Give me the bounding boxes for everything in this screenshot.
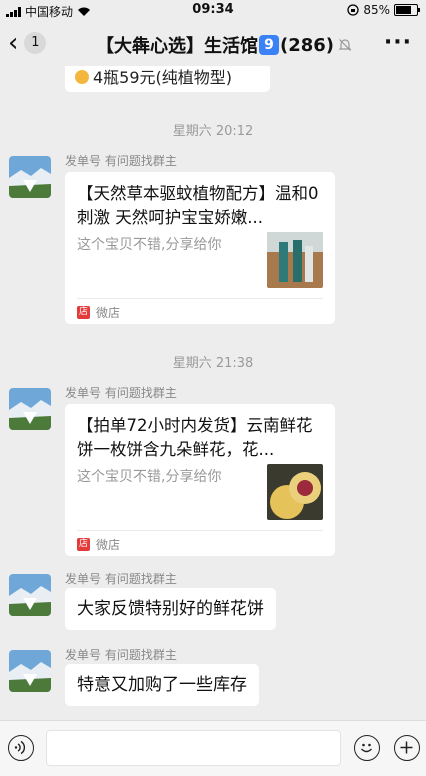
sender-name: 发单号 有问题找群主 xyxy=(65,154,177,168)
product-thumbnail xyxy=(267,232,323,288)
store-label: 微店 xyxy=(96,538,121,552)
chat-scroll-area[interactable]: 4瓶59元(纯植物型) 星期六 20:12 发单号 有问题找群主 【天然草本驱蚊… xyxy=(0,66,426,720)
chat-member-count: (286) xyxy=(280,34,335,56)
card-divider xyxy=(77,298,323,299)
card-title: 【拍单72小时内发货】云南鲜花饼一枚饼含九朵鲜花，花... xyxy=(77,416,313,459)
battery-percent: 85% xyxy=(363,3,390,17)
message-bubble-partial: 4瓶59元(纯植物型) xyxy=(65,66,270,92)
avatar[interactable] xyxy=(9,650,51,692)
sender-name: 发单号 有问题找群主 xyxy=(65,572,177,586)
timestamp: 星期六 21:38 xyxy=(172,356,254,371)
plus-icon[interactable] xyxy=(394,735,420,761)
status-right: 85% xyxy=(347,3,420,17)
emoji-icon[interactable] xyxy=(354,735,380,761)
text-message[interactable]: 大家反馈特别好的鲜花饼 xyxy=(65,588,276,630)
back-chevron-icon: ‹ xyxy=(8,28,19,58)
chat-title-number: 9 xyxy=(259,35,279,55)
avatar[interactable] xyxy=(9,574,51,616)
card-footer: 店 微店 xyxy=(77,536,120,553)
card-footer: 店 微店 xyxy=(77,304,120,321)
card-description: 这个宝贝不错,分享给你 xyxy=(77,237,222,253)
chat-title-name: 【大犇心选】生活馆 xyxy=(96,36,258,57)
battery-fill xyxy=(396,6,411,14)
more-icon[interactable]: ··· xyxy=(384,30,412,55)
orientation-lock-icon xyxy=(347,4,359,16)
voice-icon[interactable] xyxy=(8,735,34,761)
avatar[interactable] xyxy=(9,156,51,198)
input-bar xyxy=(0,720,426,776)
mute-bell-icon xyxy=(338,39,352,51)
emoji-face-icon xyxy=(75,70,89,84)
unread-count-badge: 1 xyxy=(24,32,47,54)
product-card[interactable]: 【天然草本驱蚊植物配方】温和0刺激 天然呵护宝宝娇嫩... 这个宝贝不错,分享给… xyxy=(65,172,335,324)
sender-name: 发单号 有问题找群主 xyxy=(65,648,177,662)
product-thumbnail xyxy=(267,464,323,520)
product-card[interactable]: 【拍单72小时内发货】云南鲜花饼一枚饼含九朵鲜花，花... 这个宝贝不错,分享给… xyxy=(65,404,335,556)
partial-message-text: 4瓶59元(纯植物型) xyxy=(93,68,233,87)
card-divider xyxy=(77,530,323,531)
battery-icon xyxy=(394,4,420,16)
store-icon: 店 xyxy=(77,306,90,319)
chat-title: 【大犇心选】生活馆 9 (286) xyxy=(96,32,352,58)
avatar[interactable] xyxy=(9,388,51,430)
store-label: 微店 xyxy=(96,306,121,320)
store-icon: 店 xyxy=(77,538,90,551)
back-button[interactable]: ‹ 1 xyxy=(8,28,47,58)
sender-name: 发单号 有问题找群主 xyxy=(65,386,177,400)
message-input[interactable] xyxy=(46,730,341,766)
card-description: 这个宝贝不错,分享给你 xyxy=(77,469,222,485)
text-message[interactable]: 特意又加购了一些库存 xyxy=(65,664,259,706)
card-title: 【天然草本驱蚊植物配方】温和0刺激 天然呵护宝宝娇嫩... xyxy=(77,184,319,227)
status-bar: 中国移动 09:34 85% xyxy=(0,0,426,22)
nav-bar: ‹ 1 【大犇心选】生活馆 9 (286) ··· xyxy=(0,22,426,66)
timestamp: 星期六 20:12 xyxy=(172,124,254,139)
